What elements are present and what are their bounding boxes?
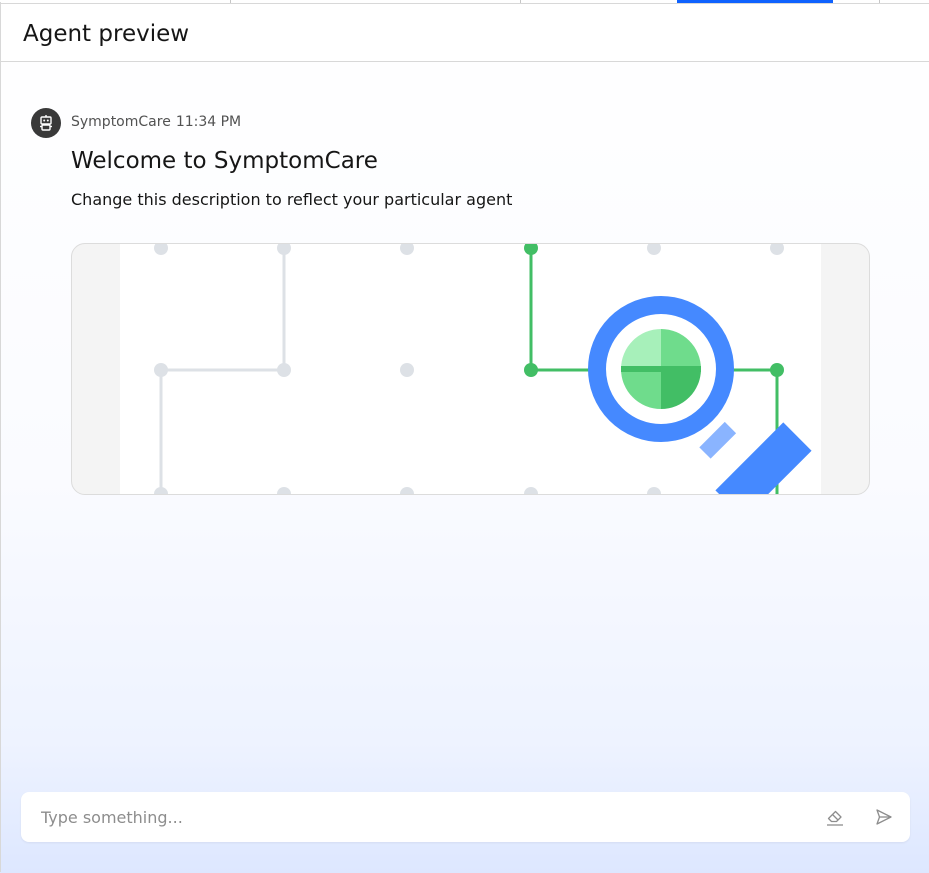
welcome-illustration [71, 243, 870, 495]
welcome-description: Change this description to reflect your … [71, 190, 513, 209]
clear-button[interactable] [824, 806, 846, 828]
message-input[interactable] [21, 792, 801, 842]
eraser-icon [827, 810, 843, 826]
message-meta: SymptomCare 11:34 PM [71, 114, 241, 130]
magnifier-network-illustration [120, 244, 821, 494]
welcome-title: Welcome to SymptomCare [71, 148, 378, 174]
message-composer [21, 792, 910, 842]
robot-icon [40, 115, 52, 131]
message-time: 11:34 PM [175, 114, 242, 130]
panel-title: Agent preview [23, 21, 190, 47]
panel-header: Agent preview [1, 3, 929, 62]
send-button[interactable] [873, 806, 895, 828]
sender-name: SymptomCare [71, 114, 171, 130]
send-icon [876, 809, 892, 825]
agent-avatar [31, 108, 61, 138]
